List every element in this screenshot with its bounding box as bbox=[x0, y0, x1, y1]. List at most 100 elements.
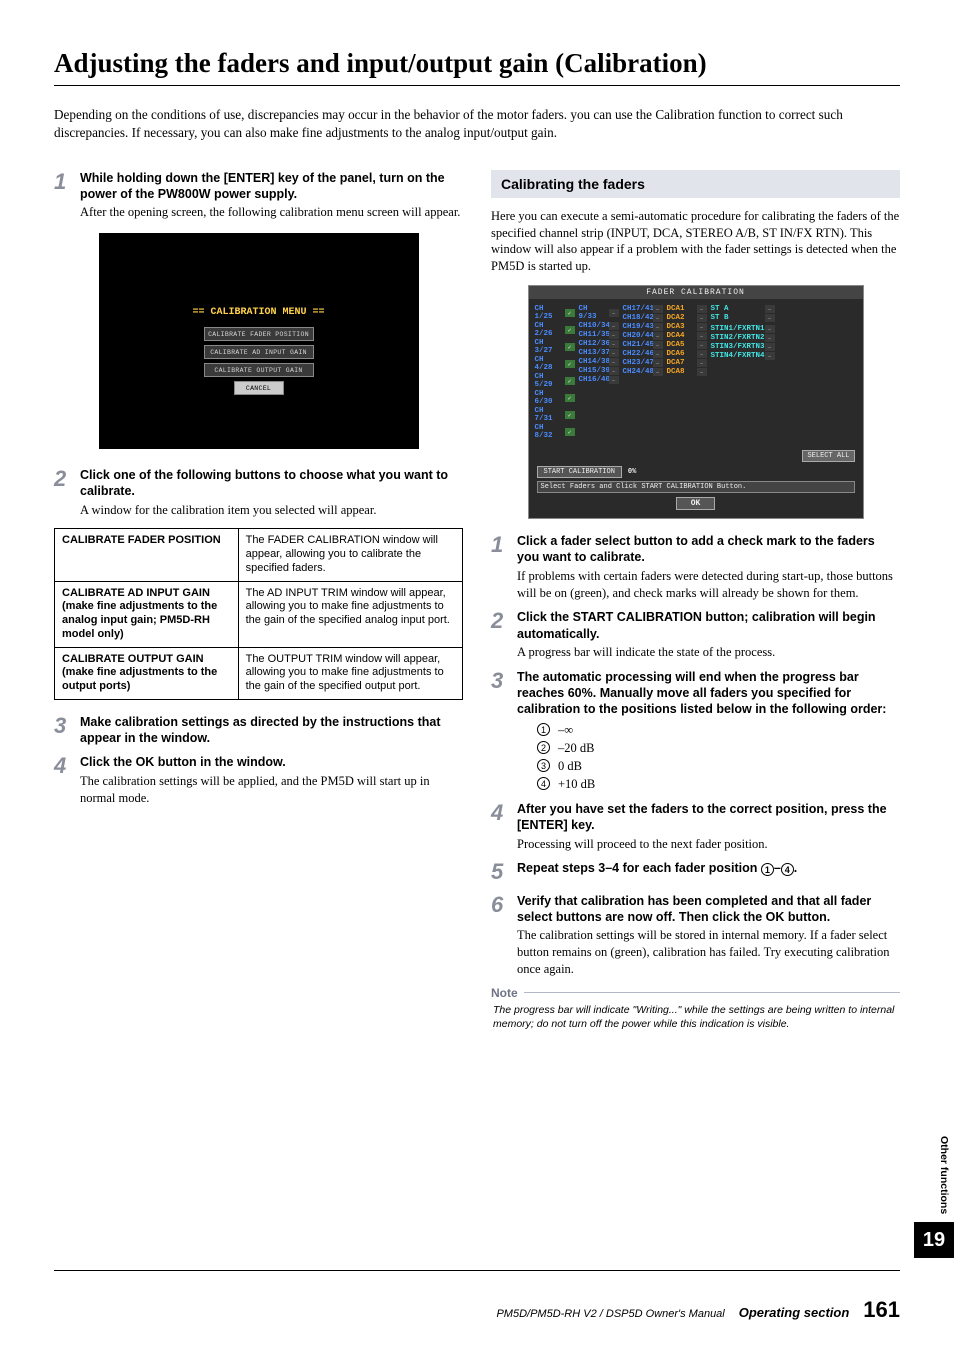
fader-checkbox: – bbox=[765, 334, 775, 342]
fader-label: CH 9/33 bbox=[579, 305, 607, 321]
circled-3-icon: 3 bbox=[537, 759, 550, 772]
fader-checkbox: – bbox=[765, 352, 775, 360]
step-number: 3 bbox=[491, 669, 509, 793]
side-tab-label: Other functions bbox=[936, 1128, 954, 1222]
position-list: 1–∞ 2–20 dB 30 dB 4+10 dB bbox=[537, 721, 900, 794]
step-desc: Processing will proceed to the next fade… bbox=[517, 836, 900, 853]
fader-checkbox: ✓ bbox=[565, 411, 575, 419]
fader-label: CH 3/27 bbox=[535, 339, 563, 355]
fader-label: DCA3 bbox=[667, 323, 695, 331]
calibration-options-table: CALIBRATE FADER POSITION The FADER CALIB… bbox=[54, 528, 463, 700]
fader-checkbox: – bbox=[609, 309, 619, 317]
step-desc: A window for the calibration item you se… bbox=[80, 502, 463, 519]
step-heading: The automatic processing will end when t… bbox=[517, 669, 900, 718]
fader-label: CH13/37 bbox=[579, 349, 607, 357]
fader-label: DCA2 bbox=[667, 314, 695, 322]
step-desc: A progress bar will indicate the state o… bbox=[517, 644, 900, 661]
fader-checkbox: – bbox=[697, 332, 707, 340]
fader-label: STIN1/FXRTN1 bbox=[711, 325, 763, 333]
pos-1: –∞ bbox=[558, 721, 573, 739]
step-number: 5 bbox=[491, 860, 509, 884]
circled-1-icon: 1 bbox=[537, 723, 550, 736]
fader-label: CH17/41 bbox=[623, 305, 651, 313]
step-desc: If problems with certain faders were det… bbox=[517, 568, 900, 602]
step-heading: Verify that calibration has been complet… bbox=[517, 893, 900, 926]
fader-label: CH24/48 bbox=[623, 368, 651, 376]
fader-checkbox: – bbox=[609, 358, 619, 366]
fader-label: STIN3/FXRTN3 bbox=[711, 343, 763, 351]
fader-calibration-screenshot: FADER CALIBRATION CH 1/25✓CH 2/26✓CH 3/2… bbox=[528, 285, 864, 519]
step-number: 3 bbox=[54, 714, 72, 747]
footer-rule bbox=[54, 1270, 900, 1271]
fader-label: CH 1/25 bbox=[535, 305, 563, 321]
step-heading: Make calibration settings as directed by… bbox=[80, 714, 463, 747]
fader-checkbox: – bbox=[765, 305, 775, 313]
step-number: 2 bbox=[54, 467, 72, 518]
table-row: CALIBRATE AD INPUT GAIN (make fine adjus… bbox=[55, 581, 463, 647]
select-all-button: SELECT ALL bbox=[802, 450, 854, 462]
fader-checkbox: ✓ bbox=[565, 326, 575, 334]
fader-checkbox: – bbox=[609, 340, 619, 348]
circled-1-icon: 1 bbox=[761, 863, 774, 876]
fader-checkbox: ✓ bbox=[565, 428, 575, 436]
step-number: 4 bbox=[491, 801, 509, 852]
fader-label: DCA8 bbox=[667, 368, 695, 376]
fader-label: DCA7 bbox=[667, 359, 695, 367]
circled-4-icon: 4 bbox=[781, 863, 794, 876]
progress-value: 0% bbox=[628, 468, 636, 476]
step-heading: Click the START CALIBRATION button; cali… bbox=[517, 609, 900, 642]
fader-checkbox: – bbox=[653, 350, 663, 358]
step-number: 2 bbox=[491, 609, 509, 660]
fader-label: DCA4 bbox=[667, 332, 695, 340]
fader-checkbox: – bbox=[697, 359, 707, 367]
footer-manual: PM5D/PM5D-RH V2 / DSP5D Owner's Manual bbox=[496, 1308, 724, 1320]
circled-4-icon: 4 bbox=[537, 777, 550, 790]
fader-checkbox: – bbox=[765, 343, 775, 351]
fader-checkbox: – bbox=[609, 322, 619, 330]
cancel-button: CANCEL bbox=[234, 381, 284, 395]
fader-label: DCA5 bbox=[667, 341, 695, 349]
fader-checkbox: – bbox=[765, 325, 775, 333]
step-heading: While holding down the [ENTER] key of th… bbox=[80, 170, 463, 203]
fader-checkbox: ✓ bbox=[565, 343, 575, 351]
step-desc: After the opening screen, the following … bbox=[80, 204, 463, 221]
fader-label: CH10/34 bbox=[579, 322, 607, 330]
fader-checkbox: – bbox=[653, 368, 663, 376]
fader-label: DCA6 bbox=[667, 350, 695, 358]
fader-label: CH 2/26 bbox=[535, 322, 563, 338]
fader-label: STIN4/FXRTN4 bbox=[711, 352, 763, 360]
ok-button: OK bbox=[676, 497, 716, 510]
circled-2-icon: 2 bbox=[537, 741, 550, 754]
fader-label: CH11/35 bbox=[579, 331, 607, 339]
fader-label: CH 5/29 bbox=[535, 373, 563, 389]
fader-checkbox: – bbox=[697, 305, 707, 313]
calibrate-ad-input-button: CALIBRATE AD INPUT GAIN bbox=[204, 345, 314, 359]
intro-text: Depending on the conditions of use, disc… bbox=[54, 106, 900, 142]
fader-checkbox: – bbox=[609, 331, 619, 339]
pos-3: 0 dB bbox=[558, 757, 582, 775]
step-heading: After you have set the faders to the cor… bbox=[517, 801, 900, 834]
fader-label: CH14/38 bbox=[579, 358, 607, 366]
footer-page: 161 bbox=[863, 1297, 900, 1323]
option-name: CALIBRATE OUTPUT GAIN (make fine adjustm… bbox=[55, 647, 239, 699]
calibration-menu-screenshot: == CALIBRATION MENU == CALIBRATE FADER P… bbox=[99, 233, 419, 449]
fader-checkbox: – bbox=[697, 323, 707, 331]
fader-checkbox: – bbox=[653, 323, 663, 331]
option-desc: The AD INPUT TRIM window will appear, al… bbox=[238, 581, 462, 647]
fader-checkbox: – bbox=[653, 305, 663, 313]
step-heading: Click a fader select button to add a che… bbox=[517, 533, 900, 566]
left-column: 1 While holding down the [ENTER] key of … bbox=[54, 170, 463, 1031]
fader-label: ST B bbox=[711, 314, 763, 322]
fader-label: CH22/46 bbox=[623, 350, 651, 358]
option-desc: The FADER CALIBRATION window will appear… bbox=[238, 529, 462, 581]
fader-checkbox: ✓ bbox=[565, 309, 575, 317]
fader-checkbox: – bbox=[697, 350, 707, 358]
fader-checkbox: – bbox=[653, 341, 663, 349]
fader-checkbox: ✓ bbox=[565, 360, 575, 368]
fader-label: DCA1 bbox=[667, 305, 695, 313]
fader-label: CH23/47 bbox=[623, 359, 651, 367]
step-number: 1 bbox=[491, 533, 509, 601]
fader-label: CH15/39 bbox=[579, 367, 607, 375]
section-intro: Here you can execute a semi-automatic pr… bbox=[491, 208, 900, 276]
note-label: Note bbox=[491, 986, 518, 1000]
